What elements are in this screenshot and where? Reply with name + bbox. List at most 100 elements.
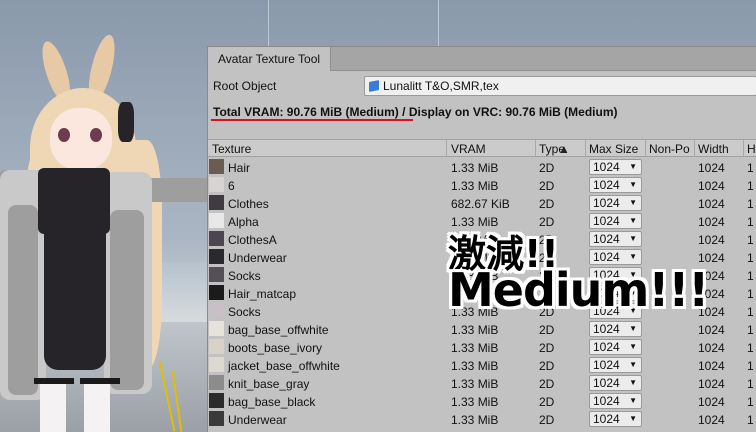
texture-width: 1024 <box>698 323 725 337</box>
max-size-value: 1024 <box>593 340 620 354</box>
sort-asc-icon: ▲ <box>558 142 570 156</box>
texture-height: 1 <box>747 179 754 193</box>
texture-name: Hair <box>228 161 251 175</box>
max-size-value: 1024 <box>593 322 620 336</box>
texture-vram: 1.33 MiB <box>451 179 499 193</box>
max-size-dropdown[interactable]: 1024 ▼ <box>589 321 642 337</box>
vram-summary: Total VRAM: 90.76 MiB (Medium) / Display… <box>213 105 618 119</box>
texture-name: Clothes <box>228 197 269 211</box>
max-size-dropdown[interactable]: 1024 ▼ <box>589 213 642 229</box>
texture-vram: 1.33 MiB <box>451 395 499 409</box>
texture-height: 1 <box>747 287 754 301</box>
texture-height: 1 <box>747 251 754 265</box>
table-row[interactable]: jacket_base_offwhite 1.33 MiB 2D 1024 ▼ 1024 1 <box>208 356 756 374</box>
texture-name: Socks <box>228 305 261 319</box>
max-size-value: 1024 <box>593 358 620 372</box>
max-size-dropdown[interactable]: 1024 ▼ <box>589 339 642 355</box>
texture-height: 1 <box>747 215 754 229</box>
texture-type: 2D <box>539 395 555 409</box>
texture-height: 1 <box>747 161 754 175</box>
texture-thumbnail <box>209 357 224 372</box>
texture-width: 1024 <box>698 197 725 211</box>
texture-thumbnail <box>209 159 224 174</box>
texture-name: ClothesA <box>228 233 277 247</box>
texture-type: 2D <box>539 377 555 391</box>
caret-down-icon: ▼ <box>629 342 637 351</box>
texture-name: knit_base_gray <box>228 377 310 391</box>
caret-down-icon: ▼ <box>629 162 637 171</box>
root-object-field[interactable]: Lunalitt T&O,SMR,tex <box>364 76 756 96</box>
max-size-dropdown[interactable]: 1024 ▼ <box>589 195 642 211</box>
max-size-dropdown[interactable]: 1024 ▼ <box>589 159 642 175</box>
tab-avatar-texture-tool[interactable]: Avatar Texture Tool <box>208 47 332 71</box>
column-header-height[interactable]: H <box>747 142 756 156</box>
display-vram-text: Display on VRC: 90.76 MiB (Medium) <box>408 105 618 119</box>
texture-type: 2D <box>539 359 555 373</box>
texture-thumbnail <box>209 411 224 426</box>
column-header-vram[interactable]: VRAM <box>451 142 486 156</box>
texture-width: 1024 <box>698 341 725 355</box>
texture-height: 1 <box>747 233 754 247</box>
table-row[interactable]: boots_base_ivory 1.33 MiB 2D 1024 ▼ 1024 1 <box>208 338 756 356</box>
root-object-label: Root Object <box>213 79 277 93</box>
max-size-value: 1024 <box>593 178 620 192</box>
highlight-underline <box>211 119 413 121</box>
avatar-figure <box>0 30 215 432</box>
texture-width: 1024 <box>698 215 725 229</box>
caret-down-icon: ▼ <box>629 198 637 207</box>
max-size-dropdown[interactable]: 1024 ▼ <box>589 375 642 391</box>
max-size-value: 1024 <box>593 160 620 174</box>
max-size-value: 1024 <box>593 196 620 210</box>
table-header: Texture VRAM Type ▲ Max Size Non-Po Widt… <box>208 139 756 157</box>
max-size-value: 1024 <box>593 412 620 426</box>
texture-vram: 1.33 MiB <box>451 341 499 355</box>
texture-name: Alpha <box>228 215 259 229</box>
max-size-dropdown[interactable]: 1024 ▼ <box>589 177 642 193</box>
caret-down-icon: ▼ <box>629 180 637 189</box>
table-row[interactable]: 6 1.33 MiB 2D 1024 ▼ 1024 1 <box>208 176 756 194</box>
texture-thumbnail <box>209 375 224 390</box>
table-row[interactable]: Clothes 682.67 KiB 2D 1024 ▼ 1024 1 <box>208 194 756 212</box>
texture-vram: 1.33 MiB <box>451 413 499 427</box>
tab-bar: Avatar Texture Tool <box>208 47 756 71</box>
column-header-width[interactable]: Width <box>698 142 729 156</box>
table-row[interactable]: bag_base_black 1.33 MiB 2D 1024 ▼ 1024 1 <box>208 392 756 410</box>
caret-down-icon: ▼ <box>629 396 637 405</box>
texture-vram: 1.33 MiB <box>451 323 499 337</box>
texture-type: 2D <box>539 341 555 355</box>
root-object-value: Lunalitt T&O,SMR,tex <box>383 79 499 93</box>
texture-thumbnail <box>209 213 224 228</box>
max-size-dropdown[interactable]: 1024 ▼ <box>589 393 642 409</box>
table-row[interactable]: knit_base_gray 1.33 MiB 2D 1024 ▼ 1024 1 <box>208 374 756 392</box>
texture-width: 1024 <box>698 377 725 391</box>
table-row[interactable]: Hair 1.33 MiB 2D 1024 ▼ 1024 1 <box>208 158 756 176</box>
max-size-dropdown[interactable]: 1024 ▼ <box>589 411 642 427</box>
table-row[interactable]: Underwear 1.33 MiB 2D 1024 ▼ 1024 1 <box>208 410 756 428</box>
texture-width: 1024 <box>698 161 725 175</box>
texture-name: jacket_base_offwhite <box>228 359 340 373</box>
max-size-dropdown[interactable]: 1024 ▼ <box>589 231 642 247</box>
texture-vram: 1.33 MiB <box>451 377 499 391</box>
texture-type: 2D <box>539 161 555 175</box>
max-size-value: 1024 <box>593 394 620 408</box>
max-size-dropdown[interactable]: 1024 ▼ <box>589 357 642 373</box>
column-header-non-power[interactable]: Non-Po <box>649 142 690 156</box>
texture-height: 1 <box>747 359 754 373</box>
texture-width: 1024 <box>698 233 725 247</box>
texture-height: 1 <box>747 341 754 355</box>
texture-width: 1024 <box>698 395 725 409</box>
texture-vram: 1.33 MiB <box>451 359 499 373</box>
table-row[interactable]: bag_base_offwhite 1.33 MiB 2D 1024 ▼ 1024 1 <box>208 320 756 338</box>
texture-thumbnail <box>209 177 224 192</box>
texture-thumbnail <box>209 285 224 300</box>
texture-height: 1 <box>747 395 754 409</box>
texture-name: bag_base_black <box>228 395 316 409</box>
caret-down-icon: ▼ <box>629 216 637 225</box>
max-size-value: 1024 <box>593 214 620 228</box>
caret-down-icon: ▼ <box>629 324 637 333</box>
column-header-max-size[interactable]: Max Size <box>589 142 638 156</box>
column-header-texture[interactable]: Texture <box>212 142 251 156</box>
texture-type: 2D <box>539 179 555 193</box>
texture-vram: 682.67 KiB <box>451 197 510 211</box>
texture-name: 6 <box>228 179 235 193</box>
